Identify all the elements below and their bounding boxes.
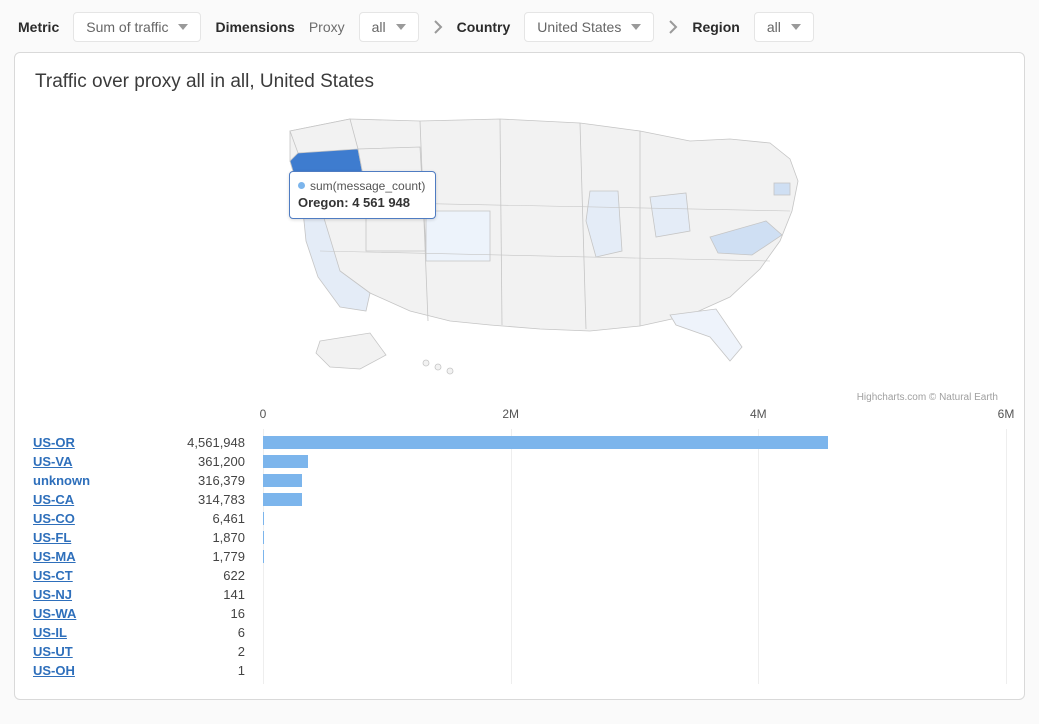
proxy-select[interactable]: all — [359, 12, 419, 42]
table-row: US-MA 1,779 — [33, 547, 1006, 566]
map-tooltip: sum(message_count) Oregon: 4 561 948 — [289, 171, 436, 219]
chevron-right-icon — [433, 20, 443, 34]
bar-cell — [263, 604, 1006, 623]
region-link[interactable]: US-CT — [33, 568, 73, 583]
table-row: US-OH 1 — [33, 661, 1006, 680]
gridline — [1006, 429, 1007, 684]
row-value: 6,461 — [133, 511, 263, 526]
region-link[interactable]: US-UT — [33, 644, 73, 659]
chevron-down-icon — [791, 24, 801, 30]
tooltip-region: Oregon — [298, 195, 344, 210]
bar[interactable] — [263, 436, 828, 449]
axis-tick: 2M — [502, 407, 519, 421]
bar-chart: 02M4M6M US-OR4,561,948US-VA361,200unknow… — [33, 407, 1006, 680]
chevron-right-icon — [668, 20, 678, 34]
state-ohio[interactable] — [650, 193, 690, 237]
state-florida[interactable] — [670, 309, 742, 361]
region-link[interactable]: US-CA — [33, 492, 74, 507]
bar-cell — [263, 566, 1006, 585]
country-label: Country — [457, 19, 511, 35]
table-row: US-WA 16 — [33, 604, 1006, 623]
country-select-value: United States — [537, 19, 621, 35]
region-link[interactable]: US-OR — [33, 435, 75, 450]
bar-cell — [263, 490, 1006, 509]
table-row: US-CT 622 — [33, 566, 1006, 585]
table-row: US-NJ 141 — [33, 585, 1006, 604]
bar[interactable] — [263, 512, 264, 525]
region-link[interactable]: US-CO — [33, 511, 75, 526]
table-row: US-OR 4,561,948 — [33, 433, 1006, 452]
table-row: US-FL 1,870 — [33, 528, 1006, 547]
bar-cell — [263, 528, 1006, 547]
bar-cell — [263, 642, 1006, 661]
country-select[interactable]: United States — [524, 12, 654, 42]
map-attribution: Highcharts.com © Natural Earth — [857, 392, 998, 403]
region-select-value: all — [767, 19, 781, 35]
state-connecticut[interactable] — [774, 183, 790, 195]
region-link[interactable]: US-NJ — [33, 587, 72, 602]
region-link[interactable]: US-WA — [33, 606, 76, 621]
bar-cell — [263, 585, 1006, 604]
axis-tick: 4M — [750, 407, 767, 421]
proxy-select-value: all — [372, 19, 386, 35]
chevron-down-icon — [631, 24, 641, 30]
region-label: unknown — [33, 473, 90, 488]
filter-bar: Metric Sum of traffic Dimensions Proxy a… — [14, 12, 1025, 52]
bar[interactable] — [263, 493, 302, 506]
table-row: US-VA 361,200 — [33, 452, 1006, 471]
chart-card: Traffic over proxy all in all, United St… — [14, 52, 1025, 700]
bar-cell — [263, 509, 1006, 528]
region-label: Region — [692, 19, 739, 35]
row-value: 1,870 — [133, 530, 263, 545]
bar[interactable] — [263, 474, 302, 487]
metric-select-value: Sum of traffic — [86, 19, 168, 35]
table-row: US-CA 314,783 — [33, 490, 1006, 509]
row-value: 2 — [133, 644, 263, 659]
bar-cell — [263, 547, 1006, 566]
metric-select[interactable]: Sum of traffic — [73, 12, 201, 42]
row-value: 141 — [133, 587, 263, 602]
chevron-down-icon — [178, 24, 188, 30]
row-value: 4,561,948 — [133, 435, 263, 450]
row-value: 361,200 — [133, 454, 263, 469]
tooltip-value: 4 561 948 — [352, 195, 410, 210]
row-value: 6 — [133, 625, 263, 640]
row-value: 314,783 — [133, 492, 263, 507]
region-link[interactable]: US-FL — [33, 530, 71, 545]
metric-label: Metric — [18, 19, 59, 35]
region-link[interactable]: US-IL — [33, 625, 67, 640]
table-row: US-IL 6 — [33, 623, 1006, 642]
row-value: 622 — [133, 568, 263, 583]
bar-cell — [263, 623, 1006, 642]
table-row: unknown 316,379 — [33, 471, 1006, 490]
bar-cell — [263, 452, 1006, 471]
region-link[interactable]: US-VA — [33, 454, 72, 469]
row-value: 1 — [133, 663, 263, 678]
chevron-down-icon — [396, 24, 406, 30]
tooltip-series: sum(message_count) — [310, 179, 425, 193]
bar-cell — [263, 661, 1006, 680]
axis-tick: 6M — [998, 407, 1015, 421]
proxy-label: Proxy — [309, 19, 345, 35]
bar-cell — [263, 433, 1006, 452]
series-dot-icon — [298, 182, 305, 189]
bar[interactable] — [263, 455, 308, 468]
row-value: 316,379 — [133, 473, 263, 488]
row-value: 1,779 — [133, 549, 263, 564]
dimensions-label: Dimensions — [215, 19, 294, 35]
choropleth-map[interactable]: sum(message_count) Oregon: 4 561 948 Hig… — [33, 101, 1006, 401]
bar-cell — [263, 471, 1006, 490]
table-row: US-UT 2 — [33, 642, 1006, 661]
axis-tick: 0 — [260, 407, 267, 421]
region-select[interactable]: all — [754, 12, 814, 42]
chart-title: Traffic over proxy all in all, United St… — [35, 71, 1006, 93]
row-value: 16 — [133, 606, 263, 621]
x-axis: 02M4M6M — [263, 407, 1006, 433]
table-row: US-CO 6,461 — [33, 509, 1006, 528]
region-link[interactable]: US-OH — [33, 663, 75, 678]
region-link[interactable]: US-MA — [33, 549, 76, 564]
